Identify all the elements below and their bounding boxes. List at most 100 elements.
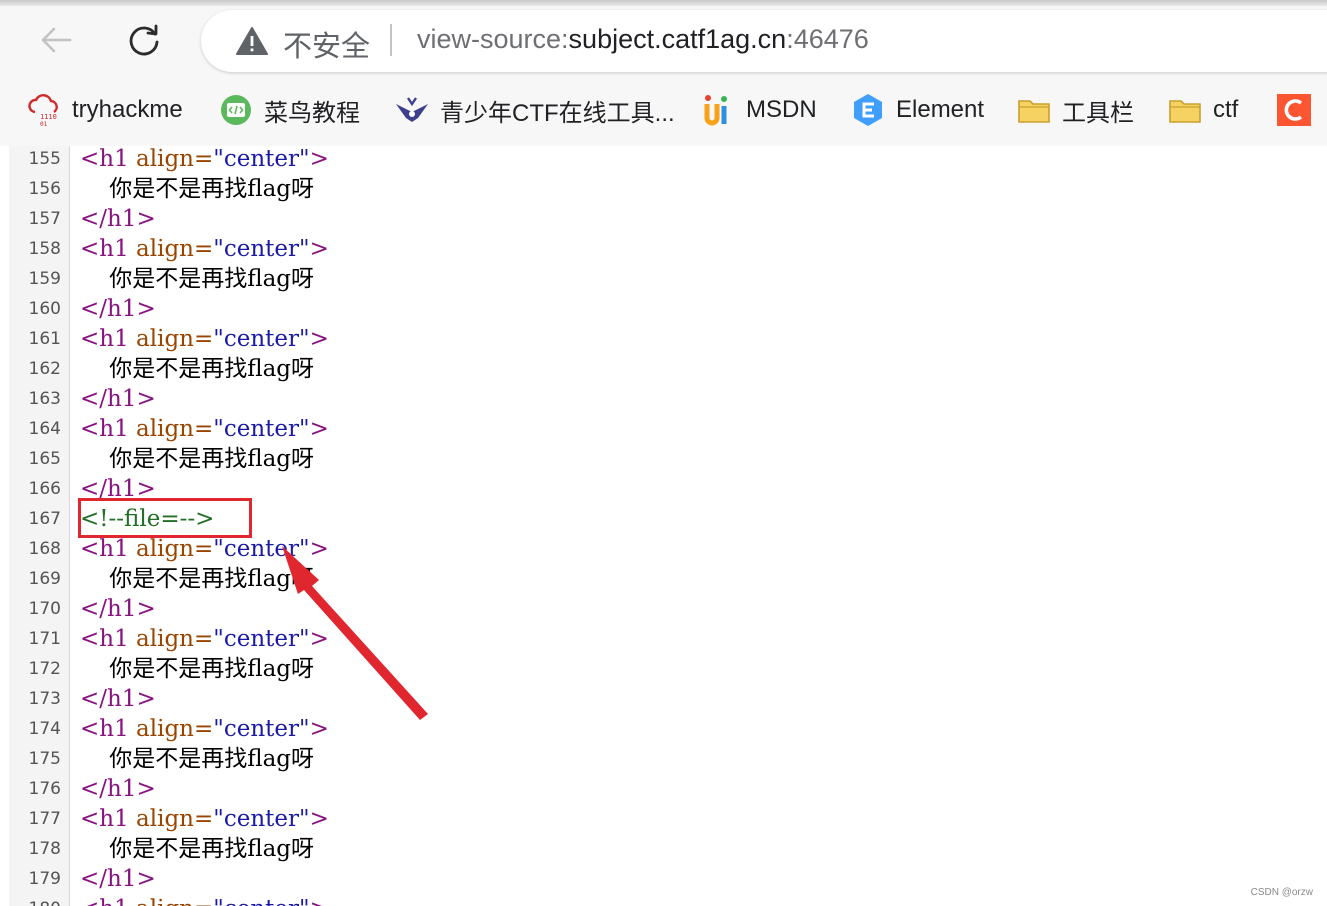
code-text: <h1 align="center"> [80, 714, 329, 744]
code-text: 你是不是再找flag呀 [80, 564, 314, 594]
attribute-name: align= [128, 626, 214, 652]
source-line: 177 <h1 align="center"> [0, 804, 1327, 834]
attribute-name: align= [128, 236, 214, 262]
line-number: 177 [28, 809, 61, 829]
attribute-value: "center" [213, 806, 310, 832]
closing-tag: </h1> [80, 596, 156, 622]
text-node: 你是不是再找flag呀 [80, 356, 315, 382]
text-node: 你是不是再找flag呀 [80, 266, 315, 292]
bookmark-runoob[interactable]: 菜鸟教程 [218, 84, 360, 136]
line-number: 156 [28, 179, 61, 199]
attribute-name: align= [128, 716, 214, 742]
url-text[interactable]: view-source:subject.catf1ag.cn:46476 [417, 24, 869, 55]
bookmarks-bar: 1110 01 tryhackme 菜鸟教程 青少年CTF在线工具... MSD… [0, 84, 1327, 136]
line-number: 174 [28, 719, 61, 739]
attribute-value: "center" [213, 896, 309, 906]
bookmark-label: 菜鸟教程 [264, 99, 360, 127]
code-text: <h1 align="center"> [80, 324, 329, 354]
line-number: 164 [28, 419, 61, 439]
security-status-label[interactable]: 不安全 [283, 23, 370, 65]
code-text: </h1> [80, 384, 156, 414]
line-number: 166 [28, 479, 61, 499]
code-text: <h1 align="center"> [80, 234, 329, 264]
line-number: 175 [28, 749, 61, 769]
line-number: 165 [28, 449, 61, 469]
tag-end: > [309, 416, 329, 442]
text-node: 你是不是再找flag呀 [80, 836, 315, 862]
cloud-binary-icon: 1110 01 [26, 92, 62, 128]
folder-icon [1167, 92, 1203, 128]
attribute-name: align= [128, 326, 214, 352]
svg-text:1110: 1110 [40, 113, 57, 121]
source-line: 156 你是不是再找flag呀 [0, 174, 1327, 204]
line-number: 179 [28, 869, 61, 889]
bookmark-label: tryhackme [72, 96, 183, 123]
code-text: <h1 align="center"> [80, 804, 329, 834]
closing-tag: </h1> [80, 776, 156, 802]
back-button[interactable] [34, 18, 78, 62]
code-text: 你是不是再找flag呀 [80, 834, 314, 864]
bookmark-element[interactable]: Element [850, 84, 984, 136]
code-text: </h1> [80, 774, 156, 804]
code-window-icon [218, 92, 254, 128]
attribute-value: "center" [213, 536, 310, 562]
attribute-value: "center" [213, 146, 310, 172]
tag-end: > [310, 896, 329, 906]
tag-name: <h1 [80, 536, 129, 562]
code-text: 你是不是再找flag呀 [80, 264, 314, 294]
text-node: 你是不是再找flag呀 [80, 446, 315, 472]
folder-icon [1016, 92, 1052, 128]
source-line: 175 你是不是再找flag呀 [0, 744, 1327, 774]
tag-end: > [309, 716, 329, 742]
bookmark-qsnctf[interactable]: 青少年CTF在线工具... [394, 84, 675, 136]
attribute-name: align= [129, 896, 213, 906]
bookmark-msdn[interactable]: MSDN [700, 84, 817, 136]
code-text: 你是不是再找flag呀 [80, 744, 314, 774]
attribute-name: align= [128, 146, 214, 172]
text-node: 你是不是再找flag呀 [80, 176, 315, 202]
tag-end: > [309, 146, 329, 172]
tag-name: <h1 [80, 626, 129, 652]
msdn-logo-icon [700, 92, 736, 128]
bookmark-folder-ctf[interactable]: ctf [1167, 84, 1238, 136]
bookmark-label: 青少年CTF在线工具... [440, 99, 675, 127]
reload-button[interactable] [122, 18, 166, 62]
browser-toolbar: 不安全 view-source:subject.catf1ag.cn:46476… [0, 0, 1327, 147]
line-number: 173 [28, 689, 61, 709]
source-line: 179 </h1> [0, 864, 1327, 894]
attribute-name: align= [128, 416, 214, 442]
bookmark-tryhackme[interactable]: 1110 01 tryhackme [26, 84, 183, 136]
csdn-logo-icon [1276, 92, 1312, 128]
code-text: <h1 align="center"> [80, 534, 329, 564]
watermark: CSDN @orzw [1250, 887, 1313, 898]
tag-end: > [309, 326, 329, 352]
tag-end: > [309, 806, 329, 832]
bookmark-csdn[interactable] [1276, 84, 1322, 136]
line-number: 163 [28, 389, 61, 409]
attribute-value: "center" [213, 326, 310, 352]
address-bar[interactable]: 不安全 view-source:subject.catf1ag.cn:46476 [201, 10, 1327, 72]
url-host: subject.catf1ag.cn [568, 24, 787, 54]
tag-name: <h1 [80, 146, 129, 172]
closing-tag: </h1> [80, 296, 156, 322]
source-line: 172 你是不是再找flag呀 [0, 654, 1327, 684]
bookmark-folder-toolbar[interactable]: 工具栏 [1016, 84, 1134, 136]
closing-tag: </h1> [80, 686, 156, 712]
tag-name: <h1 [80, 716, 129, 742]
attribute-value: "center" [213, 416, 310, 442]
tag-end: > [309, 536, 329, 562]
source-line: 180 <h1 align="center"> [0, 894, 1327, 906]
line-number: 171 [28, 629, 61, 649]
bookmark-label: MSDN [746, 96, 817, 123]
source-line: 158 <h1 align="center"> [0, 234, 1327, 264]
line-number: 159 [28, 269, 61, 289]
line-number: 157 [28, 209, 61, 229]
source-line: 164 <h1 align="center"> [0, 414, 1327, 444]
attribute-name: align= [128, 806, 214, 832]
tag-name: <h1 [80, 326, 129, 352]
bookmark-label: 工具栏 [1062, 99, 1134, 127]
line-number: 168 [28, 539, 61, 559]
source-line: 161 <h1 align="center"> [0, 324, 1327, 354]
line-number: 155 [28, 149, 61, 169]
source-line: 174 <h1 align="center"> [0, 714, 1327, 744]
